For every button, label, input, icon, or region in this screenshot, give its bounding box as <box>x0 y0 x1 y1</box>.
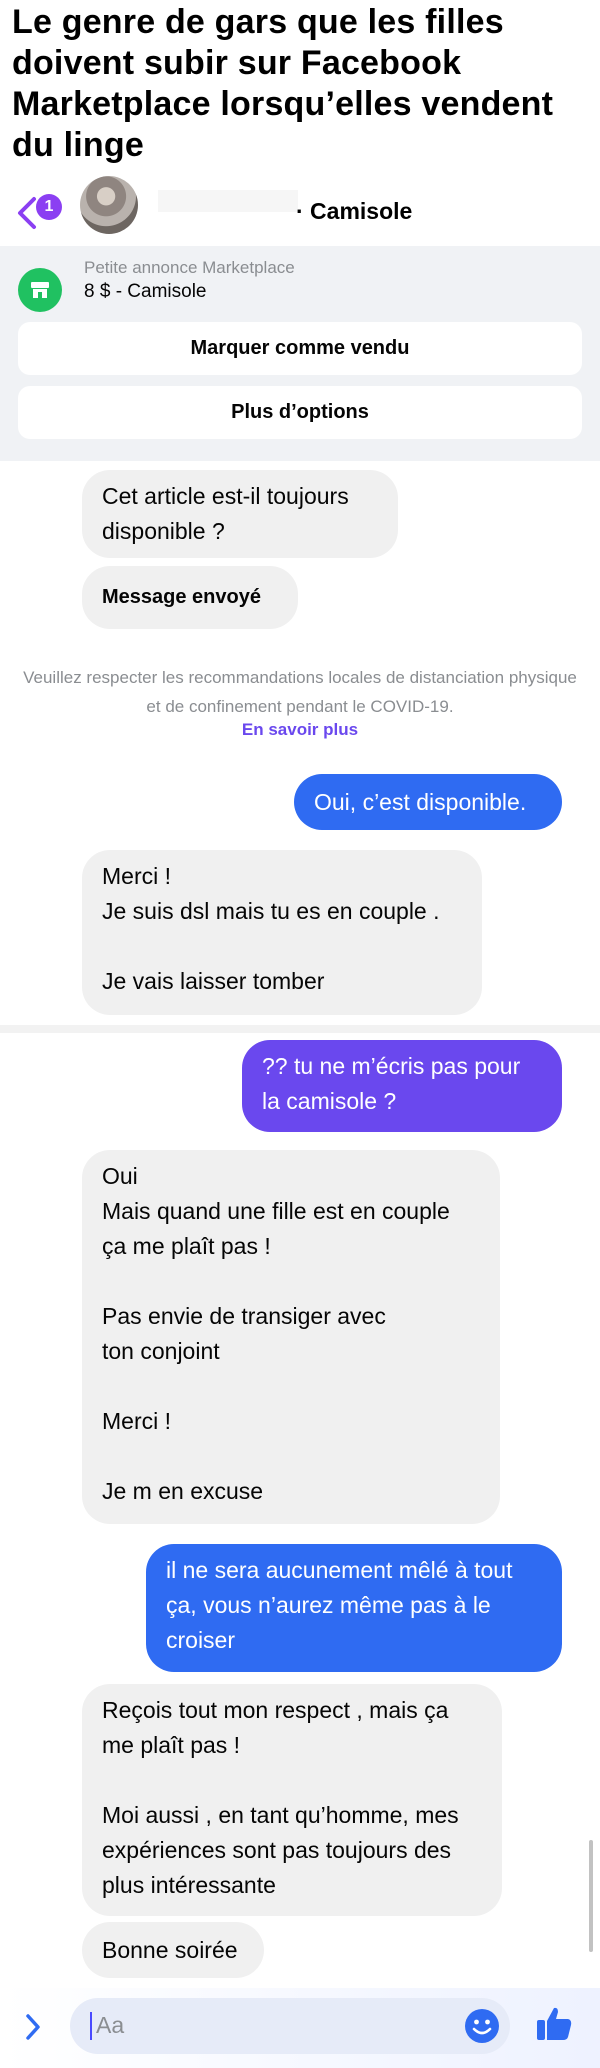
composer-bar: Aa <box>0 1988 600 2068</box>
chat-header: 1 · Camisole <box>0 172 600 246</box>
learn-more-link[interactable]: En savoir plus <box>0 720 600 740</box>
covid-notice: Veuillez respecter les recommandations l… <box>23 668 577 716</box>
marketplace-label: Petite annonce Marketplace <box>84 258 295 277</box>
smiley-icon[interactable] <box>464 2008 500 2044</box>
text-caret <box>90 2012 92 2040</box>
store-icon <box>18 268 62 312</box>
chat-title[interactable]: · Camisole <box>296 198 412 225</box>
thumbs-up-icon[interactable] <box>534 2004 574 2044</box>
mark-sold-button[interactable]: Marquer comme vendu <box>18 322 582 375</box>
listing-title[interactable]: 8 $ - Camisole <box>84 281 207 303</box>
outgoing-message[interactable]: Oui, c’est disponible. <box>294 774 562 830</box>
incoming-message[interactable]: Merci ! Je suis dsl mais tu es en couple… <box>82 850 482 1015</box>
redacted-name <box>158 190 298 212</box>
incoming-message[interactable]: Cet article est-il toujours disponible ? <box>82 470 398 558</box>
unread-badge: 1 <box>36 194 62 220</box>
sent-status-message: Message envoyé <box>82 566 298 629</box>
scrollbar[interactable] <box>589 1840 593 1952</box>
outgoing-message[interactable]: ?? tu ne m’écris pas pour la camisole ? <box>242 1040 562 1132</box>
incoming-message[interactable]: Bonne soirée <box>82 1922 264 1978</box>
meme-caption: Le genre de gars que les filles doivent … <box>12 3 554 164</box>
avatar[interactable] <box>80 176 138 234</box>
incoming-message[interactable]: Oui Mais quand une fille est en couple ç… <box>82 1150 500 1524</box>
incoming-message[interactable]: Reçois tout mon respect , mais ça me pla… <box>82 1684 502 1916</box>
screenshot-seam <box>0 1025 600 1033</box>
message-placeholder: Aa <box>96 2012 125 2038</box>
message-input[interactable]: Aa <box>70 1998 510 2054</box>
chevron-right-icon[interactable] <box>24 2012 42 2042</box>
marketplace-panel: Petite annonce Marketplace 8 $ - Camisol… <box>0 246 600 461</box>
outgoing-message[interactable]: il ne sera aucunement mêlé à tout ça, vo… <box>146 1544 562 1672</box>
more-options-button[interactable]: Plus d’options <box>18 386 582 439</box>
